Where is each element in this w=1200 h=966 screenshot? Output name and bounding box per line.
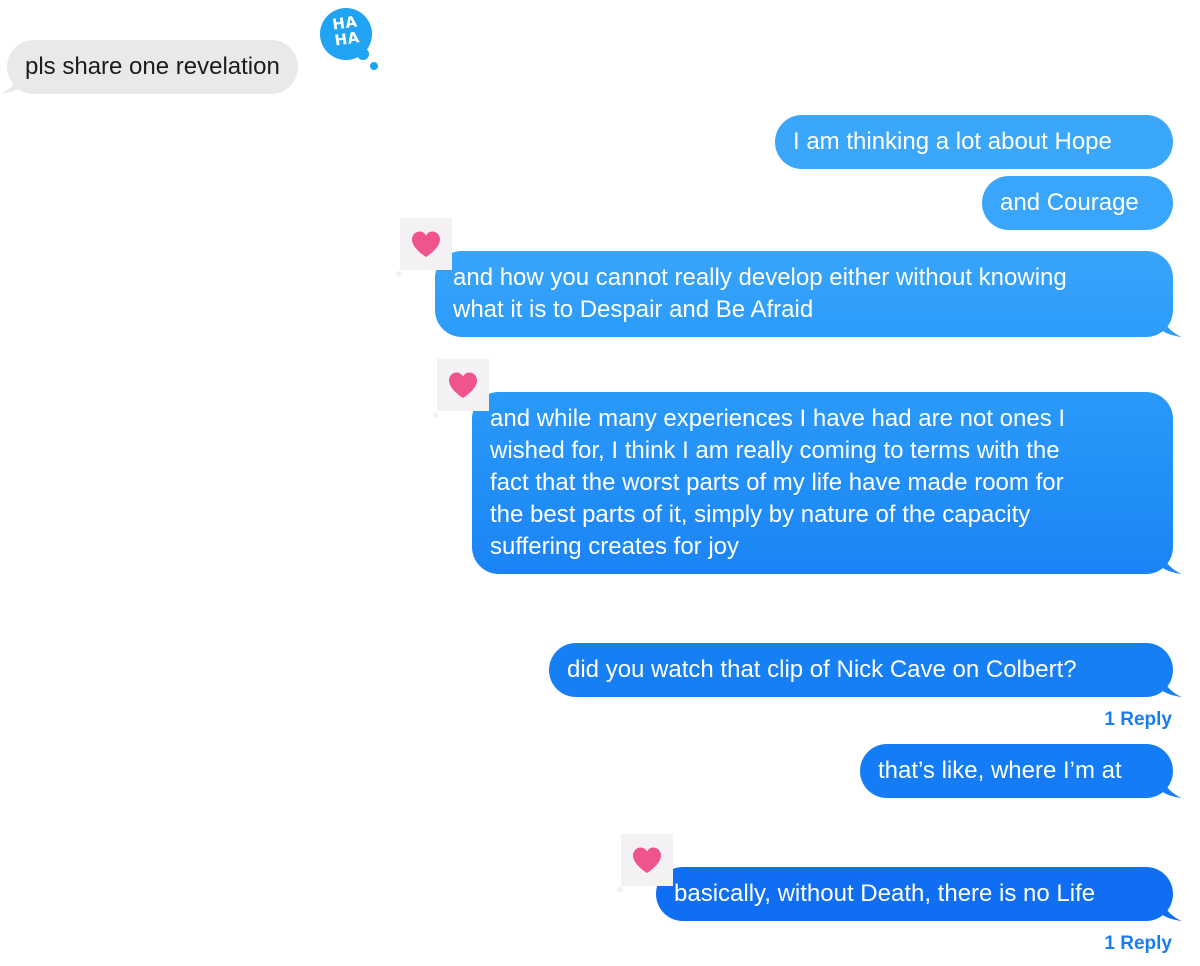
heart-icon (449, 372, 477, 398)
reply-count-link[interactable]: 1 Reply (1104, 933, 1172, 955)
message-bubble[interactable]: basically, without Death, there is no Li… (656, 867, 1173, 921)
tapback-heart[interactable] (617, 834, 673, 893)
message-text: I am thinking a lot about Hope (793, 128, 1112, 155)
message-text-line: and how you cannot really develop either… (453, 264, 1067, 291)
message-text: and Courage (1000, 189, 1139, 216)
haha-icon: HA HA (331, 12, 361, 50)
message-bubble[interactable]: and Courage (982, 176, 1173, 230)
message-text: that’s like, where I’m at (878, 757, 1122, 784)
message-text-line: what it is to Despair and Be Afraid (453, 296, 814, 323)
message-text-line: suffering creates for joy (490, 533, 740, 560)
message-text: pls share one revelation (25, 53, 280, 80)
message-bubble[interactable]: and while many experiences I have had ar… (472, 392, 1173, 574)
message-bubble[interactable]: that’s like, where I’m at (860, 744, 1173, 798)
message-text: basically, without Death, there is no Li… (674, 880, 1096, 907)
message-text-line: fact that the worst parts of my life hav… (490, 469, 1064, 496)
tapback-haha[interactable]: HA HA (320, 8, 378, 70)
reply-count-link[interactable]: 1 Reply (1104, 709, 1172, 731)
message-bubble[interactable]: pls share one revelation (7, 40, 298, 94)
message-bubble[interactable]: I am thinking a lot about Hope (775, 115, 1173, 169)
tapback-heart[interactable] (396, 218, 452, 277)
tapback-heart[interactable] (433, 359, 489, 418)
message-text-line: the best parts of it, simply by nature o… (490, 501, 1031, 528)
message-text-line: and while many experiences I have had ar… (490, 405, 1066, 432)
message-bubble[interactable]: and how you cannot really develop either… (435, 251, 1173, 337)
message-bubble[interactable]: did you watch that clip of Nick Cave on … (549, 643, 1173, 697)
message-text-line: wished for, I think I am really coming t… (490, 437, 1060, 464)
message-text: did you watch that clip of Nick Cave on … (567, 656, 1077, 683)
heart-icon (633, 847, 661, 873)
heart-icon (412, 231, 440, 257)
